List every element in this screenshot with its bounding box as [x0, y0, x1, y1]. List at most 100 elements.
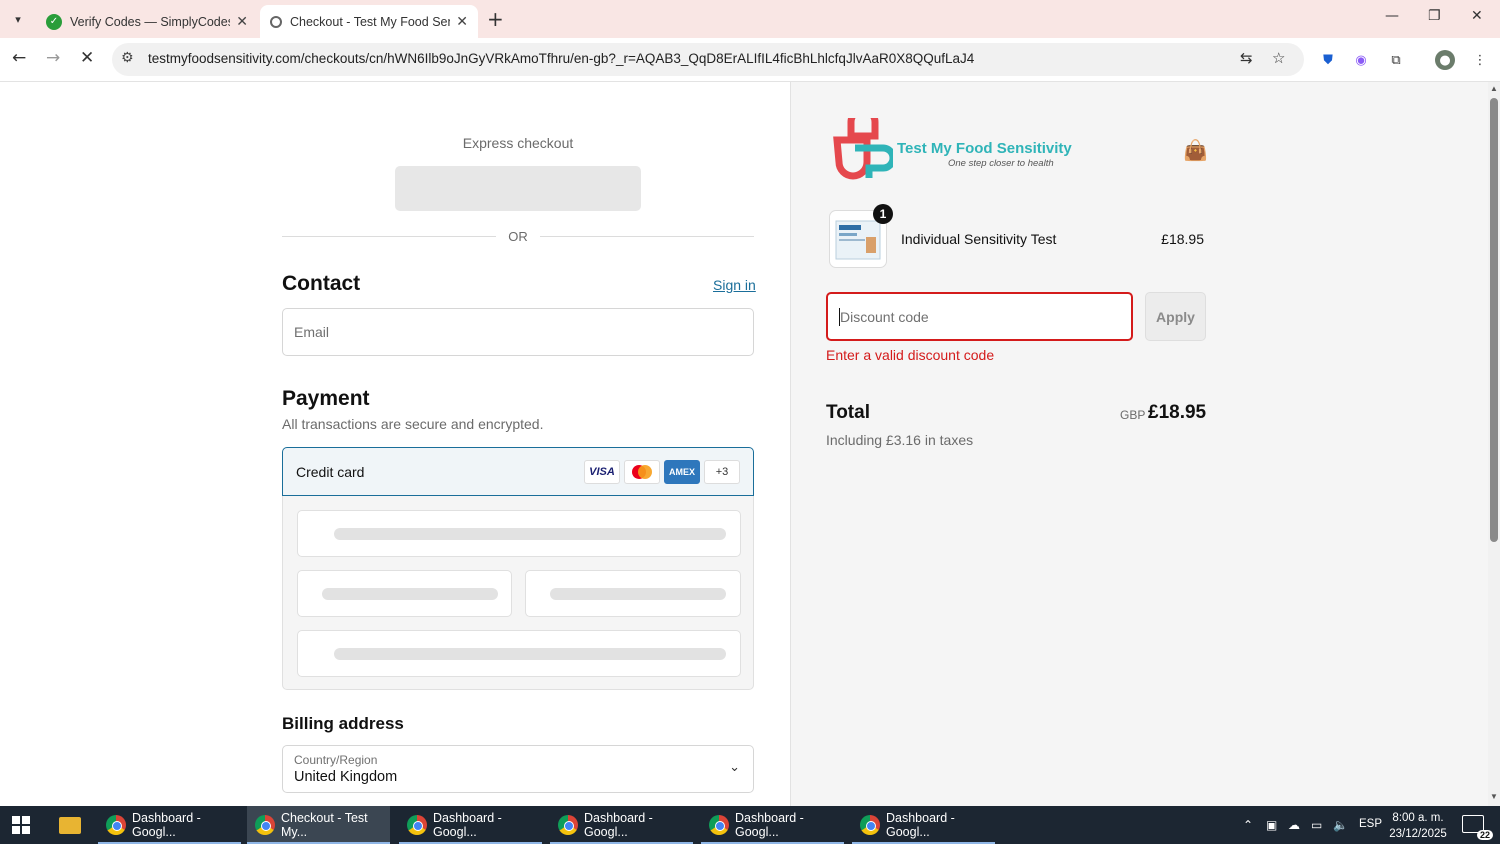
system-clock[interactable]: 8:00 a. m. 23/12/2025 — [1380, 810, 1456, 842]
taskbar-item-dashboard[interactable]: Dashboard - Googl... — [98, 806, 241, 844]
chrome-icon — [255, 815, 275, 835]
chevron-down-icon: ⌄ — [729, 760, 740, 775]
contact-heading: Contact — [282, 272, 361, 295]
taskbar-item-dashboard[interactable]: Dashboard - Googl... — [852, 806, 995, 844]
logo-cross-icon — [833, 106, 897, 180]
credit-card-label: Credit card — [296, 464, 365, 480]
more-cards-badge: +3 — [704, 460, 740, 484]
language-indicator[interactable]: ESP — [1359, 818, 1382, 830]
browser-tab-bar: ▾ ✓ Verify Codes — SimplyCodes ✕ Checkou… — [0, 0, 1500, 38]
forward-icon[interactable]: → — [46, 48, 60, 68]
billing-heading: Billing address — [282, 714, 404, 733]
country-value: United Kingdom — [294, 769, 398, 785]
email-placeholder: Email — [294, 324, 330, 340]
tab-simplycodes[interactable]: ✓ Verify Codes — SimplyCodes ✕ — [36, 5, 258, 38]
apply-button[interactable]: Apply — [1145, 292, 1206, 341]
quantity-badge: 1 — [873, 204, 893, 224]
url-text[interactable]: testmyfoodsensitivity.com/checkouts/cn/h… — [148, 51, 974, 66]
bookmark-star-icon[interactable]: ☆ — [1272, 49, 1285, 67]
total-label: Total — [826, 402, 870, 423]
express-checkout-button[interactable] — [395, 166, 641, 211]
taskbar-item-label: Dashboard - Googl... — [132, 811, 201, 839]
taxes-note: Including £3.16 in taxes — [826, 432, 974, 448]
currency-code: GBP — [1120, 408, 1146, 422]
address-bar[interactable]: ⚙ testmyfoodsensitivity.com/checkouts/cn… — [112, 43, 1304, 76]
clock-date: 23/12/2025 — [1389, 828, 1447, 840]
scroll-down-icon[interactable]: ▼ — [1490, 792, 1498, 801]
checkout-form: Express checkout OR Contact Sign in Emai… — [0, 82, 790, 806]
discount-placeholder: Discount code — [840, 309, 929, 325]
shield-extension-icon[interactable]: ⛊ — [1318, 50, 1338, 70]
taskbar-item-dashboard[interactable]: Dashboard - Googl... — [701, 806, 844, 844]
name-on-card-skeleton — [297, 630, 741, 677]
taskbar-item-label: Dashboard - Googl... — [886, 811, 955, 839]
new-tab-icon[interactable]: + — [487, 7, 504, 31]
tab-title: Checkout - Test My Food Sensit — [290, 14, 451, 29]
stop-loading-icon[interactable]: ✕ — [80, 48, 94, 68]
windows-start-icon[interactable] — [12, 816, 30, 834]
credit-card-option[interactable]: Credit card VISA AMEX +3 — [282, 447, 754, 496]
cvv-skeleton — [525, 570, 741, 617]
tab-search-icon[interactable]: ▾ — [6, 7, 30, 31]
simplycodes-favicon-icon: ✓ — [46, 13, 62, 30]
onedrive-cloud-icon[interactable]: ☁ — [1288, 818, 1300, 832]
visa-icon: VISA — [584, 460, 620, 484]
page-scrollbar[interactable]: ▲ ▼ — [1488, 82, 1500, 806]
chrome-icon — [709, 815, 729, 835]
clock-time: 8:00 a. m. — [1392, 812, 1444, 824]
payment-heading: Payment — [282, 387, 370, 410]
country-select[interactable]: Country/Region United Kingdom ⌄ — [282, 745, 754, 793]
extensions-puzzle-icon[interactable]: ⧉ — [1386, 50, 1406, 70]
restore-icon[interactable]: ❐ — [1428, 8, 1441, 24]
card-fields-loading — [282, 496, 754, 690]
tab-title: Verify Codes — SimplyCodes — [70, 14, 231, 29]
extension-icon[interactable]: ◉ — [1351, 50, 1371, 70]
payment-subtext: All transactions are secure and encrypte… — [282, 416, 544, 432]
order-summary: Test My Food Sensitivity One step closer… — [790, 82, 1488, 806]
amex-icon: AMEX — [664, 460, 700, 484]
taskbar-item-dashboard[interactable]: Dashboard - Googl... — [550, 806, 693, 844]
discount-code-input[interactable]: Discount code — [826, 292, 1133, 341]
chrome-icon — [558, 815, 578, 835]
item-price: £18.95 — [1161, 231, 1204, 247]
sign-in-link[interactable]: Sign in — [713, 277, 756, 293]
back-icon[interactable]: ← — [12, 48, 26, 68]
taskbar-item-dashboard[interactable]: Dashboard - Googl... — [399, 806, 542, 844]
store-logo[interactable]: Test My Food Sensitivity One step closer… — [831, 106, 1072, 182]
scroll-up-icon[interactable]: ▲ — [1490, 84, 1498, 93]
taskbar-item-checkout[interactable]: Checkout - Test My... — [247, 806, 390, 844]
notifications-icon[interactable]: 22 — [1462, 815, 1493, 840]
divider — [282, 236, 496, 237]
taskbar-item-label: Dashboard - Googl... — [584, 811, 653, 839]
menu-kebab-icon[interactable]: ⋮ — [1470, 50, 1490, 70]
close-tab-icon[interactable]: ✕ — [456, 14, 468, 30]
item-name: Individual Sensitivity Test — [901, 231, 1057, 247]
checkout-page: Express checkout OR Contact Sign in Emai… — [0, 82, 1500, 806]
chrome-icon — [407, 815, 427, 835]
logo-wordmark: Test My Food Sensitivity — [897, 140, 1072, 157]
file-explorer-icon[interactable] — [59, 817, 81, 834]
email-field[interactable]: Email — [282, 308, 754, 356]
network-icon[interactable]: ▭ — [1311, 818, 1322, 832]
taskbar-item-label: Checkout - Test My... — [281, 811, 368, 839]
chrome-icon — [106, 815, 126, 835]
volume-icon[interactable]: 🔈 — [1333, 818, 1348, 832]
meet-icon[interactable]: ▣ — [1266, 818, 1277, 832]
logo-tagline: One step closer to health — [948, 158, 1054, 169]
translate-icon[interactable]: ⇆ — [1240, 49, 1253, 67]
shopping-bag-icon[interactable]: 👜 — [1183, 138, 1208, 162]
scrollbar-thumb[interactable] — [1490, 98, 1498, 542]
close-tab-icon[interactable]: ✕ — [236, 14, 248, 30]
country-label: Country/Region — [294, 753, 378, 767]
taskbar-item-label: Dashboard - Googl... — [735, 811, 804, 839]
tab-checkout[interactable]: Checkout - Test My Food Sensit ✕ — [260, 5, 478, 38]
divider — [540, 236, 754, 237]
profile-avatar-icon[interactable]: ● — [1435, 50, 1455, 70]
close-window-icon[interactable]: ✕ — [1471, 8, 1483, 24]
chrome-icon — [860, 815, 880, 835]
minimize-icon[interactable]: — — [1385, 8, 1399, 24]
show-hidden-icons-icon[interactable]: ⌃ — [1243, 818, 1253, 832]
site-info-icon[interactable]: ⚙ — [121, 50, 134, 66]
windows-taskbar: Dashboard - Googl... Checkout - Test My.… — [0, 806, 1500, 844]
discount-error-message: Enter a valid discount code — [826, 347, 995, 363]
